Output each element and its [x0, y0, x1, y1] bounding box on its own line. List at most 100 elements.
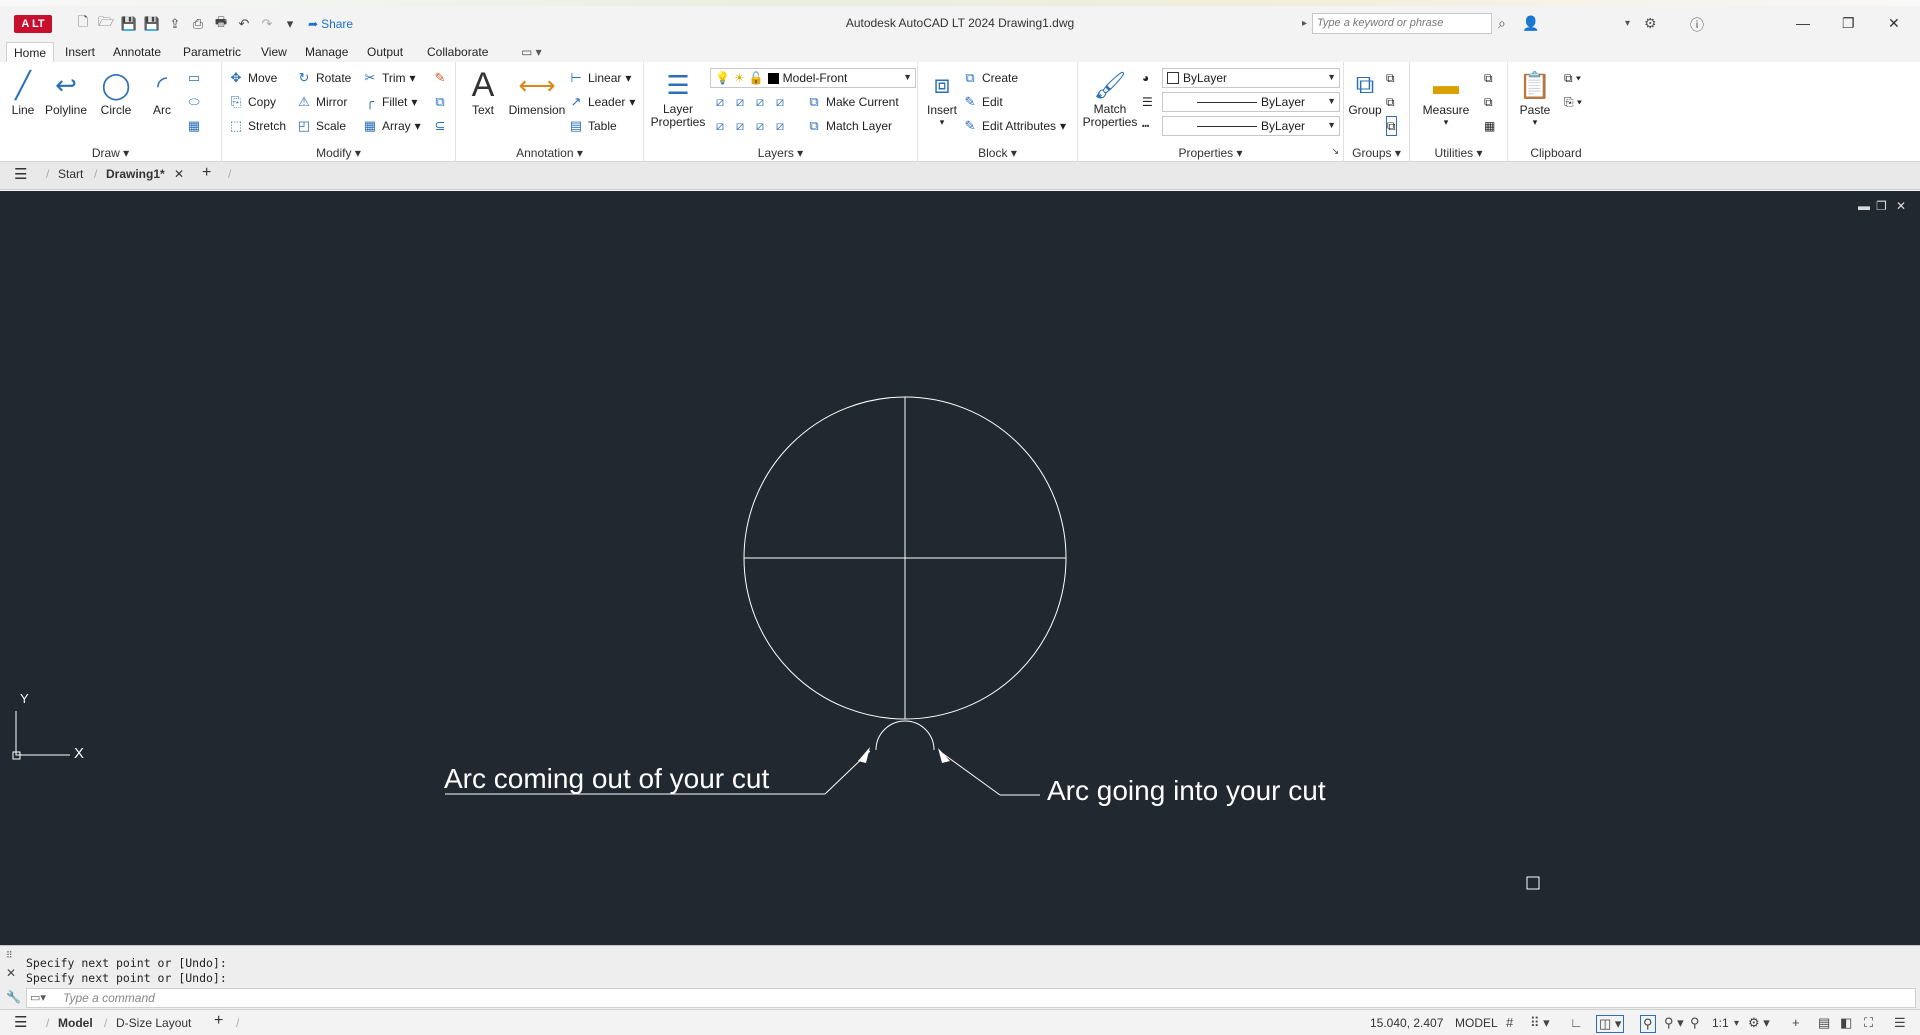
layer-unlock-icon[interactable]: ⧄ [772, 118, 788, 134]
paste-button[interactable]: 📋 Paste ▾ [1512, 66, 1558, 128]
quick-select-icon[interactable]: ⧉ [1484, 68, 1493, 88]
command-input[interactable]: Type a command [26, 988, 1916, 1008]
undo-icon[interactable]: ↶ [235, 15, 253, 33]
search-input[interactable]: Type a keyword or phrase [1312, 13, 1492, 34]
array-button[interactable]: ▦ Array ▾ [362, 116, 421, 136]
snap-icon[interactable]: ⠿ ▾ [1530, 1015, 1550, 1031]
match-layer-button[interactable]: ⧉ Match Layer [806, 116, 892, 136]
tab-drawing1[interactable]: Drawing1* [106, 167, 165, 181]
layer-freeze-tool-icon[interactable]: ⧄ [752, 94, 768, 110]
draw-panel-label[interactable]: Draw ▾ [0, 146, 221, 160]
measure-button[interactable]: ▬ Measure ▾ [1416, 66, 1476, 128]
tab-output[interactable]: Output [360, 42, 410, 62]
share-button[interactable]: ➦ Share [308, 17, 353, 31]
tab-view[interactable]: View [254, 42, 294, 62]
offset-button[interactable]: ⊆ [432, 116, 448, 136]
rotate-button[interactable]: ↻ Rotate [296, 68, 352, 88]
tab-manage[interactable]: Manage [298, 42, 355, 62]
select-all-icon[interactable]: ⧉ [1484, 92, 1493, 112]
scale-dropdown-icon[interactable]: ▾ [1734, 1018, 1739, 1029]
layer-dropdown[interactable]: 💡 ☀ 🔓 Model-Front ▼ [710, 68, 916, 88]
properties-panel-label[interactable]: Properties ▾ ↘ [1078, 146, 1343, 160]
customize-status-icon[interactable]: ☰ [1894, 1015, 1906, 1031]
application-menu-button[interactable]: A LT [14, 15, 52, 33]
color-dropdown[interactable]: ByLayer ▼ [1162, 68, 1340, 88]
units-icon[interactable]: ▤ [1818, 1015, 1830, 1031]
tab-home[interactable]: Home [6, 42, 55, 62]
publish-icon[interactable]: ⎙ [189, 15, 207, 33]
ungroup-icon[interactable]: ⧉ [1386, 68, 1395, 88]
layout-menu-icon[interactable]: ☰ [14, 1013, 27, 1031]
command-close-icon[interactable]: ✕ [6, 966, 16, 980]
layers-panel-label[interactable]: Layers ▾ [644, 146, 917, 160]
command-grip-icon[interactable]: ⠿ [6, 950, 13, 961]
customize-qat-icon[interactable]: ▾ [281, 15, 299, 33]
ortho-icon[interactable]: ∟ [1570, 1015, 1583, 1030]
restore-window-icon[interactable]: ❐ [1842, 15, 1855, 32]
utilities-panel-label[interactable]: Utilities ▾ [1410, 146, 1507, 160]
minimize-window-icon[interactable]: — [1796, 15, 1810, 31]
scale-button[interactable]: ◰ Scale [296, 116, 346, 136]
hatch-button[interactable]: ▦ [186, 116, 202, 136]
search-icon[interactable]: ⌕ [1498, 15, 1506, 32]
group-edit-icon[interactable]: ⧉ [1386, 92, 1395, 112]
redo-icon[interactable]: ↷ [258, 15, 276, 33]
lineweight-dropdown[interactable]: ByLayer ▼ [1162, 92, 1340, 112]
trim-button[interactable]: ✂ Trim ▾ [362, 68, 416, 88]
autodesk-app-icon[interactable]: ⚙ [1644, 15, 1657, 32]
drawing-canvas[interactable]: ▬ ❐ ✕ Arc coming out of your cut Arc goi… [0, 191, 1920, 945]
calculator-icon[interactable]: ▦ [1484, 116, 1495, 136]
tab-collaborate[interactable]: Collaborate [420, 42, 495, 62]
leader-button[interactable]: ↗ Leader ▾ [568, 92, 636, 112]
properties-launcher-icon[interactable]: ↘ [1331, 146, 1339, 157]
group-selection-icon[interactable]: ⧉ [1386, 116, 1397, 136]
auto-scale-icon[interactable]: ⚲ ▾ [1664, 1015, 1684, 1031]
layer-isolate-icon[interactable]: ⧄ [732, 94, 748, 110]
move-button[interactable]: ✥ Move [228, 68, 278, 88]
file-menu-icon[interactable]: ☰ [14, 165, 27, 183]
clean-screen-icon[interactable]: ⛶ [1864, 1015, 1873, 1031]
annotation-scale-icon[interactable]: ⚲ [1690, 1015, 1700, 1031]
search-expand-icon[interactable]: ▸ [1302, 18, 1307, 29]
user-account-icon[interactable]: 👤 [1522, 15, 1539, 32]
layer-lock-tool-icon[interactable]: ⧄ [772, 94, 788, 110]
explode-button[interactable]: ⧉ [432, 92, 448, 112]
cut-icon[interactable]: ⧉ ▾ [1564, 68, 1581, 88]
rectangle-button[interactable]: ▭ [186, 68, 202, 88]
workspace-gear-icon[interactable]: ⚙ ▾ [1748, 1015, 1770, 1031]
erase-button[interactable]: ✎ [432, 68, 448, 88]
copy-clip-icon[interactable]: ⎘ ▾ [1564, 92, 1582, 112]
groups-panel-label[interactable]: Groups ▾ [1344, 146, 1409, 160]
annotation-monitor-icon[interactable]: + [1792, 1015, 1800, 1030]
recent-commands-icon[interactable]: ▭▾ [30, 991, 46, 1004]
account-dropdown-icon[interactable]: ▾ [1625, 18, 1630, 29]
open-file-icon[interactable]: 🗁 [97, 14, 115, 33]
annotation-scale-value[interactable]: 1:1 [1712, 1016, 1729, 1030]
ellipse-button[interactable]: ⬭ [186, 92, 202, 112]
tab-insert[interactable]: Insert [58, 42, 102, 62]
annotation-panel-label[interactable]: Annotation ▾ [456, 146, 643, 160]
add-layout-icon[interactable]: + [214, 1012, 223, 1030]
layer-properties-button[interactable]: ☰ Layer Properties [648, 66, 708, 129]
edit-block-button[interactable]: ✎ Edit [962, 92, 1003, 112]
tab-parametric[interactable]: Parametric [176, 42, 248, 62]
table-button[interactable]: ▤ Table [568, 116, 617, 136]
new-tab-icon[interactable]: + [202, 164, 211, 182]
match-properties-button[interactable]: 🖌 Match Properties [1082, 66, 1138, 129]
new-file-icon[interactable]: 🗋 [74, 14, 92, 33]
text-button[interactable]: A Text [458, 66, 508, 118]
export-icon[interactable]: ⇪ [166, 15, 184, 33]
grid-icon[interactable]: # [1506, 1015, 1513, 1030]
layer-off-icon[interactable]: ⧄ [712, 94, 728, 110]
save-icon[interactable]: 💾 [120, 15, 138, 33]
polar-tracking-icon[interactable]: ◫ ▾ [1596, 1015, 1625, 1033]
block-panel-label[interactable]: Block ▾ [918, 146, 1077, 160]
help-icon[interactable]: ⓘ [1690, 15, 1704, 35]
arc-button[interactable]: ◜ Arc [139, 66, 185, 118]
group-button[interactable]: ⧉ Group [1344, 66, 1386, 117]
command-customize-icon[interactable]: 🔧 [6, 990, 21, 1004]
plot-icon[interactable]: 🖶 [212, 14, 230, 33]
workspace-switch-icon[interactable]: ▭ ▾ [514, 42, 549, 62]
make-current-button[interactable]: ⧉ Make Current [806, 92, 898, 112]
annotation-visibility-icon[interactable]: ⚲ [1640, 1015, 1656, 1033]
